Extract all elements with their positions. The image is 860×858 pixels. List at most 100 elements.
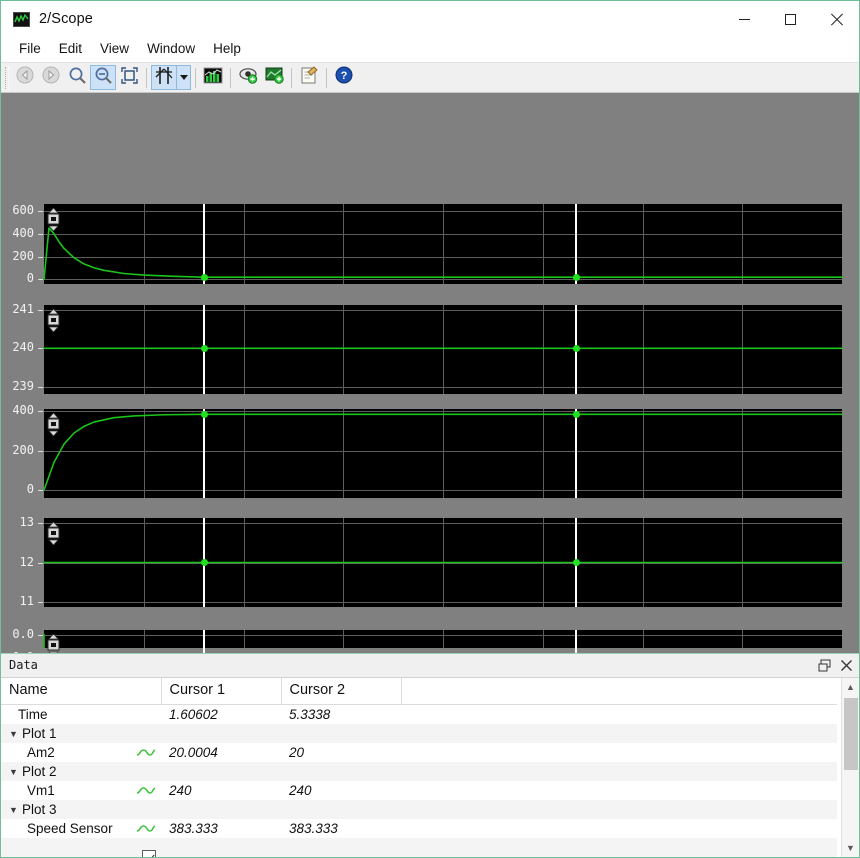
row-name-cell[interactable]: ▼ Plot 2: [1, 762, 161, 797]
legend-button[interactable]: [200, 65, 226, 90]
zoom-out-button[interactable]: [90, 65, 116, 90]
scroll-up-arrow-icon[interactable]: ▲: [842, 678, 860, 696]
column-header-blank[interactable]: [401, 677, 837, 705]
plot-area[interactable]: 600400200024124023940020001312110.0-0.1-…: [1, 93, 859, 653]
cursor-2-line[interactable]: [575, 409, 578, 498]
plot-1-ytick: [38, 257, 43, 258]
menu-window[interactable]: Window: [138, 38, 204, 60]
back-button[interactable]: [12, 65, 38, 90]
svg-text:?: ?: [341, 70, 348, 82]
forward-icon: [42, 66, 60, 89]
row-name-cell[interactable]: ▼ Plot 1: [1, 724, 161, 759]
legend-icon: [203, 67, 223, 89]
row-spacer-cell: [401, 724, 837, 743]
row-name-cell[interactable]: Time: [1, 704, 161, 724]
minimize-button[interactable]: [721, 1, 767, 37]
plot-3-ytick: [38, 411, 43, 412]
table-row[interactable]: ▼ Plot 1: [1, 724, 837, 759]
cursor-1-value-marker: [200, 559, 208, 566]
cursor-1-value-marker: [200, 344, 208, 352]
cursor-2-line[interactable]: [575, 204, 578, 284]
cursor-2-value-marker: [572, 344, 580, 352]
column-header-name[interactable]: Name: [1, 677, 162, 705]
menu-help[interactable]: Help: [204, 38, 250, 60]
table-row[interactable]: ▼ Plot 2: [1, 762, 837, 797]
data-scrollbar[interactable]: ▲ ▼: [841, 677, 860, 857]
table-row[interactable]: ▼ Plot 3: [1, 800, 837, 835]
plot-1-vertical-scale-handle[interactable]: [46, 207, 61, 232]
column-header-cursor-1[interactable]: Cursor 1: [161, 677, 282, 705]
cursor-1-line[interactable]: [203, 630, 206, 653]
plot-2-ytick: [38, 310, 43, 311]
row-visibility-checkbox[interactable]: [142, 849, 156, 857]
plot-2-ytick: [38, 348, 43, 349]
cursor-1-value-marker: [200, 273, 208, 281]
scroll-down-arrow-icon[interactable]: ▼: [842, 839, 860, 857]
cursor-1-line[interactable]: [203, 204, 206, 284]
plot-4-vertical-scale-handle[interactable]: [46, 521, 61, 546]
plot-5-ytick-label: -0.1: [5, 650, 34, 653]
row-spacer-cell: [401, 762, 837, 781]
cursor-data-table: Name Cursor 1 Cursor 2 Time 1.60602 5.3338…: [1, 677, 837, 857]
help-button[interactable]: ?: [331, 65, 357, 90]
table-row[interactable]: Vm1 240 240: [1, 781, 837, 816]
cursor-2-value: 5.3338: [281, 704, 401, 724]
plot-3-ytick-label: 400: [12, 402, 34, 417]
plot-2-vertical-scale-handle[interactable]: [46, 308, 61, 333]
row-spacer-cell: [401, 704, 837, 724]
chevron-down-icon[interactable]: ▼: [9, 729, 20, 739]
menu-bar: File Edit View Window Help: [1, 37, 859, 62]
cursor-2-line[interactable]: [575, 630, 578, 653]
row-label: Plot 1: [22, 726, 57, 741]
table-row[interactable]: Speed Sensor 383.333 383.333: [1, 819, 837, 854]
maximize-icon: [784, 13, 796, 25]
row-label: Am2: [27, 745, 55, 760]
plot-5-vertical-scale-handle[interactable]: [46, 633, 61, 653]
chevron-down-icon[interactable]: ▼: [9, 767, 20, 777]
close-button[interactable]: [813, 1, 859, 37]
cursor-measurements-button[interactable]: [151, 65, 177, 90]
menu-edit[interactable]: Edit: [50, 38, 91, 60]
cursor-2-value-marker: [572, 410, 580, 418]
plot-1-ytick: [38, 211, 43, 212]
data-panel: Data Name Cursor 1 Cursor 2 Time 1.60602…: [1, 652, 860, 857]
cursor-1-line[interactable]: [203, 409, 206, 498]
toolbar-grip[interactable]: [5, 66, 9, 89]
toolbar-separator-5: [326, 67, 327, 88]
plot-2-ytick-label: 241: [12, 301, 34, 316]
menu-view[interactable]: View: [91, 38, 138, 60]
row-spacer-cell: [401, 819, 837, 838]
undock-icon[interactable]: [818, 659, 831, 672]
chevron-down-icon[interactable]: ▼: [9, 805, 20, 815]
scrollbar-thumb[interactable]: [844, 697, 858, 770]
chevron-down-icon: [179, 75, 188, 80]
row-name-cell[interactable]: ▼ Plot 3: [1, 800, 161, 835]
table-row[interactable]: Time 1.60602 5.3338: [1, 704, 837, 724]
table-row[interactable]: Am2 20.0004 20: [1, 743, 837, 778]
cursor-measurements-icon: [154, 66, 174, 90]
row-name-cell[interactable]: Am2: [1, 743, 161, 778]
plot-4-ytick-label: 13: [19, 514, 34, 529]
plot-4-ytick: [38, 523, 43, 524]
plot-3-vertical-scale-handle[interactable]: [46, 412, 61, 437]
cursor-2-value-marker: [572, 559, 580, 566]
close-icon[interactable]: [840, 659, 853, 672]
zoom-in-button[interactable]: [64, 65, 90, 90]
forward-button[interactable]: [38, 65, 64, 90]
cursor-2-value: 383.333: [281, 819, 401, 838]
notes-button[interactable]: [296, 65, 322, 90]
plot-5-ytick-label: 0.0: [12, 626, 34, 641]
maximize-button[interactable]: [767, 1, 813, 37]
cursor-measurements-dropdown[interactable]: [177, 65, 191, 90]
table-row-partial[interactable]: [1, 838, 837, 857]
plot-4-ytick: [38, 563, 43, 564]
row-label: Plot 2: [22, 764, 57, 779]
menu-file[interactable]: File: [10, 38, 50, 60]
column-header-cursor-2[interactable]: Cursor 2: [281, 677, 402, 705]
fit-to-view-button[interactable]: [116, 65, 142, 90]
row-name-cell[interactable]: [1, 838, 161, 857]
add-view-button[interactable]: [261, 65, 287, 90]
row-name-cell[interactable]: Speed Sensor: [1, 819, 161, 854]
row-name-cell[interactable]: Vm1: [1, 781, 161, 816]
add-display-button[interactable]: [235, 65, 261, 90]
